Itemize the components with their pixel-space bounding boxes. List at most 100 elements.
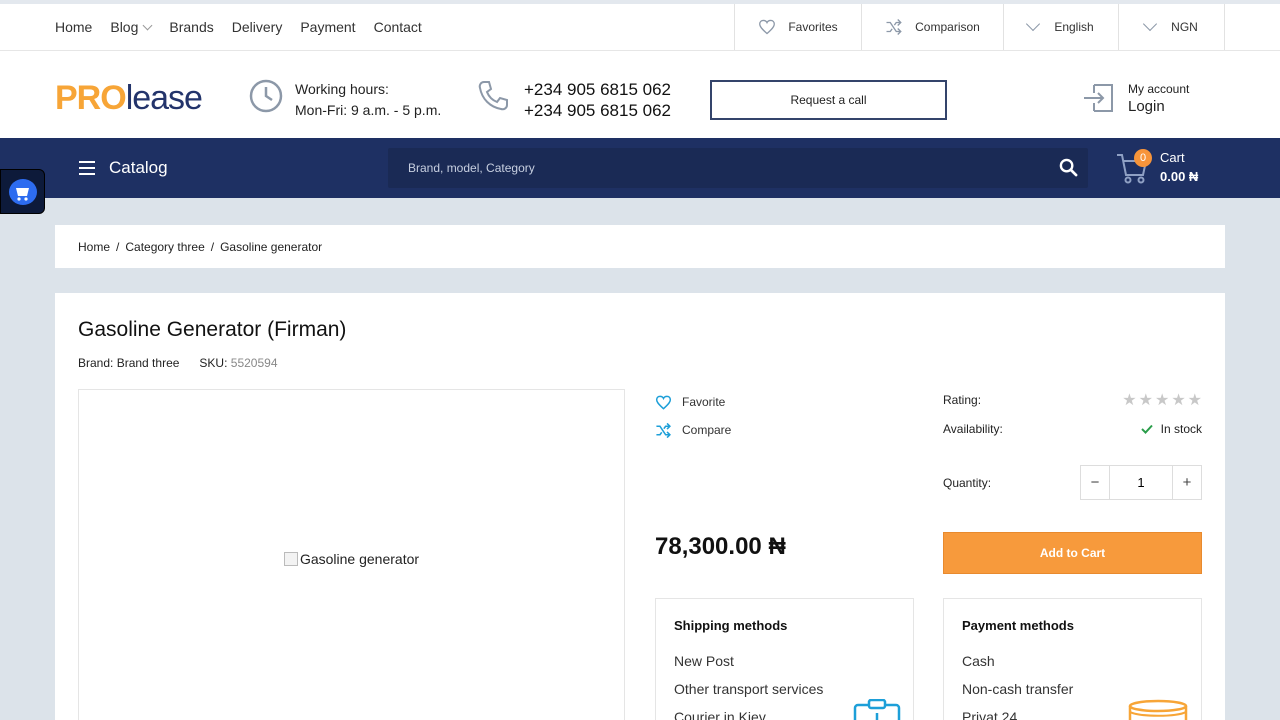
currency-select[interactable]: NGN <box>1118 4 1225 50</box>
shipping-methods-box: Shipping methods New Post Other transpor… <box>655 598 914 720</box>
main-nav-bar: Catalog 0 Cart 0.00 ₦ <box>0 138 1280 198</box>
quantity-stepper: − + <box>1080 465 1202 500</box>
favorite-button[interactable]: Favorite <box>655 388 731 416</box>
catalog-label: Catalog <box>109 158 168 177</box>
logo[interactable]: PROlease <box>55 79 203 117</box>
sku-info: SKU: 5520594 <box>199 356 277 370</box>
nav-blog[interactable]: Blog <box>110 19 153 35</box>
logo-lease: lease <box>125 79 203 117</box>
phone-icon <box>478 81 508 111</box>
breadcrumb: Home / Category three / Gasoline generat… <box>55 225 1225 268</box>
comparison-link[interactable]: Comparison <box>861 4 1003 50</box>
nav-delivery[interactable]: Delivery <box>232 19 283 35</box>
phone-number-1[interactable]: +234 905 6815 062 <box>524 79 671 100</box>
account-link[interactable]: My account Login <box>1082 80 1189 116</box>
heart-icon <box>759 19 776 35</box>
hours-value: Mon-Fri: 9 a.m. - 5 p.m. <box>295 102 442 118</box>
search-input[interactable] <box>388 148 1028 188</box>
image-alt-label: Gasoline generator <box>299 551 420 567</box>
cart-button[interactable]: 0 Cart 0.00 ₦ <box>1116 148 1198 186</box>
cart-icon-wrap: 0 <box>1116 149 1152 185</box>
shuffle-icon <box>656 422 671 438</box>
image-alt-text: Gasoline generator <box>283 551 420 567</box>
product-meta: Brand: Brand three SKU: 5520594 <box>78 356 278 370</box>
payment-methods-box: Payment methods Cash Non-cash transfer P… <box>943 598 1202 720</box>
nav-blog-label: Blog <box>110 19 139 35</box>
phone-number-2[interactable]: +234 905 6815 062 <box>524 100 671 121</box>
quantity-row: Quantity: − + <box>943 465 1202 500</box>
nav-payment[interactable]: Payment <box>300 19 355 35</box>
working-hours: Working hours: Mon-Fri: 9 a.m. - 5 p.m. <box>249 79 441 121</box>
product-image[interactable]: Gasoline generator <box>78 389 625 720</box>
compare-button[interactable]: Compare <box>655 416 731 444</box>
cart-total: 0.00 ₦ <box>1160 169 1199 184</box>
availability-status: In stock <box>1140 421 1202 436</box>
favorites-link[interactable]: Favorites <box>734 4 861 50</box>
breadcrumb-category[interactable]: Category three <box>125 240 204 254</box>
star-icon: ★ <box>1122 391 1137 409</box>
product-info: Rating: ★ ★ ★ ★ ★ Availability: In stock Qua… <box>943 385 1202 500</box>
search-bar <box>388 148 1088 188</box>
availability-label: Availability: <box>943 421 1003 436</box>
rating-stars[interactable]: ★ ★ ★ ★ ★ <box>1122 390 1202 410</box>
shipping-methods-title: Shipping methods <box>674 618 788 633</box>
currency-label: NGN <box>1171 20 1198 34</box>
hours-label: Working hours: <box>295 81 389 97</box>
login-icon <box>1084 84 1113 112</box>
search-button[interactable] <box>1059 158 1078 182</box>
cart-label: Cart <box>1160 150 1185 165</box>
favorites-label: Favorites <box>788 20 838 34</box>
breadcrumb-separator: / <box>116 239 120 254</box>
sku-value: 5520594 <box>230 356 278 370</box>
chevron-down-icon <box>142 20 153 30</box>
quantity-decrease-button[interactable]: − <box>1081 466 1109 499</box>
page-title: Gasoline Generator (Firman) <box>78 318 347 341</box>
language-select[interactable]: English <box>1003 4 1118 50</box>
cart-widget-icon <box>8 178 37 205</box>
header: PROlease Working hours: Mon-Fri: 9 a.m. … <box>0 51 1280 138</box>
compare-label: Compare <box>682 423 732 437</box>
request-call-button[interactable]: Request a call <box>710 80 947 120</box>
brand-info: Brand: Brand three <box>78 356 179 370</box>
star-icon: ★ <box>1171 391 1186 409</box>
star-icon: ★ <box>1154 391 1170 409</box>
heart-icon <box>655 395 672 410</box>
cart-count-badge: 0 <box>1134 149 1152 167</box>
brand-value[interactable]: Brand three <box>117 356 180 370</box>
comparison-label: Comparison <box>915 20 980 34</box>
availability-value: In stock <box>1160 421 1202 436</box>
broken-image-icon <box>283 552 298 566</box>
quantity-label: Quantity: <box>943 475 992 490</box>
account-label: My account <box>1128 82 1190 96</box>
breadcrumb-current: Gasoline generator <box>220 239 323 254</box>
nav-home[interactable]: Home <box>55 19 92 35</box>
star-icon: ★ <box>1187 391 1202 409</box>
breadcrumb-home[interactable]: Home <box>78 240 110 254</box>
hamburger-icon <box>79 161 95 175</box>
add-to-cart-button[interactable]: Add to Cart <box>943 532 1202 574</box>
logo-pro: PRO <box>55 79 127 117</box>
nav-contact[interactable]: Contact <box>374 19 422 35</box>
breadcrumb-separator: / <box>210 239 215 254</box>
nav-brands[interactable]: Brands <box>169 19 213 35</box>
shuffle-icon <box>886 19 902 35</box>
shipping-method-item: New Post <box>674 653 734 669</box>
product-actions: Favorite Compare <box>655 388 731 444</box>
star-icon: ★ <box>1138 391 1153 409</box>
rating-row: Rating: ★ ★ ★ ★ ★ <box>943 385 1202 414</box>
clipboard-icon <box>853 699 901 720</box>
floating-cart-widget[interactable] <box>0 169 45 214</box>
favorite-label: Favorite <box>682 395 726 409</box>
brand-label: Brand: <box>78 356 114 370</box>
quantity-input[interactable] <box>1109 466 1173 499</box>
chevron-down-icon <box>1143 16 1158 32</box>
availability-row: Availability: In stock <box>943 414 1202 443</box>
top-utility-menu: Favorites Comparison English NGN <box>734 4 1225 50</box>
language-label: English <box>1054 20 1094 34</box>
quantity-increase-button[interactable]: + <box>1173 466 1201 499</box>
catalog-button[interactable]: Catalog <box>79 138 168 198</box>
payment-method-item: Cash <box>962 653 995 669</box>
top-nav: Home Blog Brands Delivery Payment Contac… <box>55 4 422 50</box>
phone-block: +234 905 6815 062 +234 905 6815 062 <box>476 79 671 121</box>
login-link[interactable]: Login <box>1128 98 1189 116</box>
